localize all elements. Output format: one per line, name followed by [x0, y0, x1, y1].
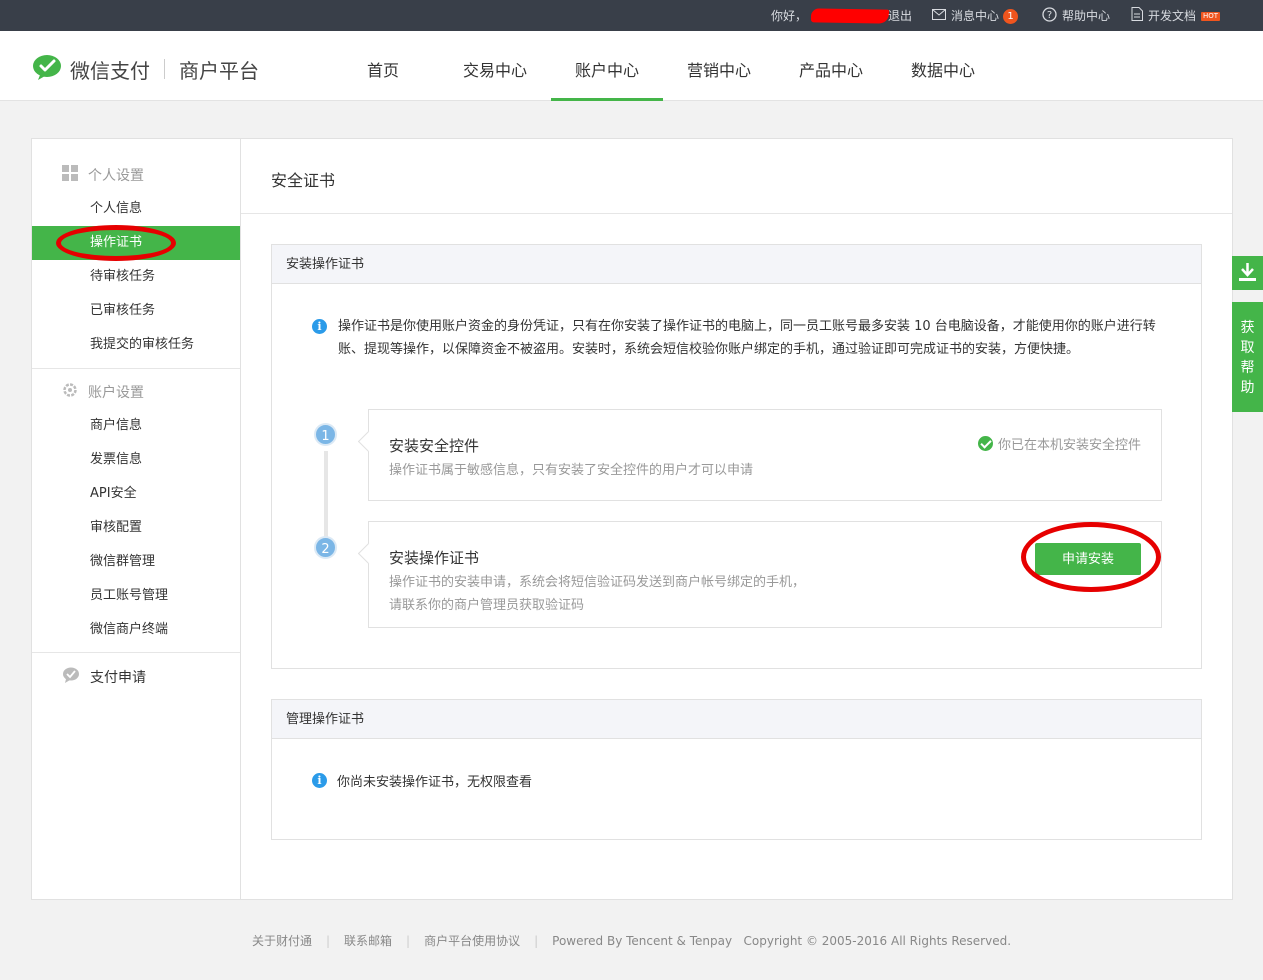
step-number-1: 1 — [314, 423, 337, 446]
content-area: 安全证书 安装操作证书 i 操作证书是你使用账户资金的身份凭证，只有在你安装了操… — [241, 139, 1232, 899]
sidebar-divider — [32, 368, 240, 369]
manage-notice: i 你尚未安装操作证书，无权限查看 — [312, 771, 532, 790]
install-cert-heading: 安装操作证书 — [272, 245, 1201, 284]
mail-icon — [932, 8, 946, 24]
hot-badge: HOT — [1201, 11, 1221, 21]
message-center-label: 消息中心 — [951, 9, 1000, 23]
footer-link-about[interactable]: 关于财付通 — [252, 934, 312, 948]
chat-bubble-icon — [62, 667, 80, 687]
sidebar-item-pay-apply[interactable]: 支付申请 — [62, 667, 146, 687]
footer-separator: | — [534, 934, 539, 948]
footer-separator: | — [406, 934, 411, 948]
sidebar-item-api-security[interactable]: API安全 — [32, 477, 240, 511]
info-icon: i — [312, 319, 327, 334]
logo-divider — [164, 59, 165, 79]
question-icon: ? — [1042, 6, 1057, 26]
logo[interactable]: 微信支付 商户平台 — [32, 54, 259, 84]
info-icon: i — [312, 773, 327, 788]
manage-notice-text: 你尚未安装操作证书，无权限查看 — [337, 775, 533, 790]
document-icon — [1131, 7, 1143, 25]
apply-install-button[interactable]: 申请安装 — [1035, 543, 1141, 575]
help-center-label: 帮助中心 — [1062, 9, 1111, 23]
main-nav: 首页 交易中心 账户中心 营销中心 产品中心 数据中心 — [327, 31, 999, 101]
sidebar-item-review-config[interactable]: 审核配置 — [32, 511, 240, 545]
sidebar-item-reviewed[interactable]: 已审核任务 — [32, 294, 240, 328]
sidebar-item-my-submitted[interactable]: 我提交的审核任务 — [32, 328, 240, 362]
sidebar-item-wechat-group[interactable]: 微信群管理 — [32, 545, 240, 579]
footer-link-agreement[interactable]: 商户平台使用协议 — [424, 934, 520, 948]
footer-copyright: Copyright © 2005-2016 All Rights Reserve… — [743, 934, 1012, 948]
help-center-link[interactable]: ? 帮助中心 — [1042, 6, 1111, 26]
step-card-install-cert: 安装操作证书 操作证书的安装申请，系统会将短信验证码发送到商户帐号绑定的手机， … — [368, 521, 1162, 628]
footer-link-contact[interactable]: 联系邮箱 — [344, 934, 392, 948]
footer: 关于财付通 | 联系邮箱 | 商户平台使用协议 | Powered By Tencent &… — [0, 932, 1263, 949]
footer-powered: Powered By Tencent & Tenpay — [552, 934, 733, 948]
svg-text:?: ? — [1047, 10, 1052, 21]
page-title: 安全证书 — [271, 171, 336, 190]
greeting: 你好， — [771, 8, 893, 24]
wechat-pay-logo-icon — [32, 54, 62, 84]
step-description: 操作证书的安装申请，系统会将短信验证码发送到商户帐号绑定的手机， 请联系你的商户… — [389, 571, 805, 617]
sidebar-item-personal-info[interactable]: 个人信息 — [32, 192, 240, 226]
footer-separator: | — [325, 934, 331, 948]
control-installed-status: 你已在本机安装安全控件 — [977, 434, 1141, 453]
step-description-line: 请联系你的商户管理员获取验证码 — [389, 598, 585, 613]
manage-cert-heading: 管理操作证书 — [272, 700, 1201, 739]
main-panel: 个人设置 个人信息 操作证书 待审核任务 已审核任务 我提交的审核任务 账户设置… — [31, 138, 1233, 900]
tab-account[interactable]: 账户中心 — [551, 31, 663, 101]
logout-link[interactable]: 退出 — [888, 8, 912, 24]
sidebar-item-pending-review[interactable]: 待审核任务 — [32, 260, 240, 294]
get-help-label: 获取帮助 — [1240, 320, 1255, 396]
tab-data[interactable]: 数据中心 — [887, 31, 999, 101]
redacted-username — [810, 8, 890, 24]
brand-name: 微信支付 — [70, 58, 150, 83]
logout-label: 退出 — [888, 9, 913, 23]
platform-name: 商户平台 — [179, 58, 259, 83]
dev-docs-label: 开发文档 — [1148, 9, 1197, 23]
grid-icon — [62, 165, 78, 185]
account-settings-heading: 账户设置 — [62, 382, 144, 402]
header: 微信支付 商户平台 首页 交易中心 账户中心 营销中心 产品中心 数据中心 — [0, 31, 1263, 101]
sidebar-divider — [32, 652, 240, 653]
install-notice-text: 操作证书是你使用账户资金的身份凭证，只有在你安装了操作证书的电脑上，同一员工账号… — [338, 319, 1156, 357]
step-number-2: 2 — [314, 536, 337, 559]
personal-settings-heading: 个人设置 — [62, 165, 144, 185]
message-center-link[interactable]: 消息中心 1 — [932, 8, 1019, 24]
download-float-button[interactable] — [1232, 256, 1263, 290]
sidebar-item-staff-accounts[interactable]: 员工账号管理 — [32, 579, 240, 613]
step-description-line: 操作证书的安装申请，系统会将短信验证码发送到商户帐号绑定的手机， — [389, 575, 806, 590]
pay-apply-label: 支付申请 — [90, 670, 146, 686]
sidebar-item-invoice-info[interactable]: 发票信息 — [32, 443, 240, 477]
install-cert-box: 安装操作证书 i 操作证书是你使用账户资金的身份凭证，只有在你安装了操作证书的电… — [271, 244, 1202, 669]
get-help-float-button[interactable]: 获取帮助 — [1232, 302, 1263, 412]
dev-docs-link[interactable]: 开发文档 HOT — [1131, 7, 1221, 25]
greeting-text: 你好， — [771, 9, 808, 23]
tab-home[interactable]: 首页 — [327, 31, 439, 101]
sidebar: 个人设置 个人信息 操作证书 待审核任务 已审核任务 我提交的审核任务 账户设置… — [32, 139, 241, 899]
personal-settings-label: 个人设置 — [88, 168, 144, 184]
download-icon — [1239, 263, 1256, 286]
account-settings-label: 账户设置 — [88, 385, 144, 401]
install-notice: i 操作证书是你使用账户资金的身份凭证，只有在你安装了操作证书的电脑上，同一员工… — [312, 316, 1172, 361]
tab-products[interactable]: 产品中心 — [775, 31, 887, 101]
check-circle-icon — [977, 436, 993, 451]
top-bar: 你好， 退出 消息中心 1 ? 帮助中心 开发文档 HOT — [0, 0, 1263, 31]
step-description: 操作证书属于敏感信息，只有安装了安全控件的用户才可以申请 — [389, 463, 754, 478]
tab-transactions[interactable]: 交易中心 — [439, 31, 551, 101]
step-title: 安装安全控件 — [389, 437, 480, 455]
gear-icon — [62, 382, 78, 402]
message-count-badge: 1 — [1003, 8, 1019, 24]
title-divider — [241, 213, 1232, 214]
step-title: 安装操作证书 — [389, 549, 480, 567]
step-card-install-control: 安装安全控件 操作证书属于敏感信息，只有安装了安全控件的用户才可以申请 你已在本… — [368, 409, 1162, 501]
sidebar-item-operation-cert[interactable]: 操作证书 — [32, 226, 240, 260]
manage-cert-box: 管理操作证书 i 你尚未安装操作证书，无权限查看 — [271, 699, 1202, 840]
sidebar-item-merchant-info[interactable]: 商户信息 — [32, 409, 240, 443]
control-installed-text: 你已在本机安装安全控件 — [997, 438, 1141, 453]
sidebar-item-merchant-terminal[interactable]: 微信商户终端 — [32, 613, 240, 647]
tab-marketing[interactable]: 营销中心 — [663, 31, 775, 101]
